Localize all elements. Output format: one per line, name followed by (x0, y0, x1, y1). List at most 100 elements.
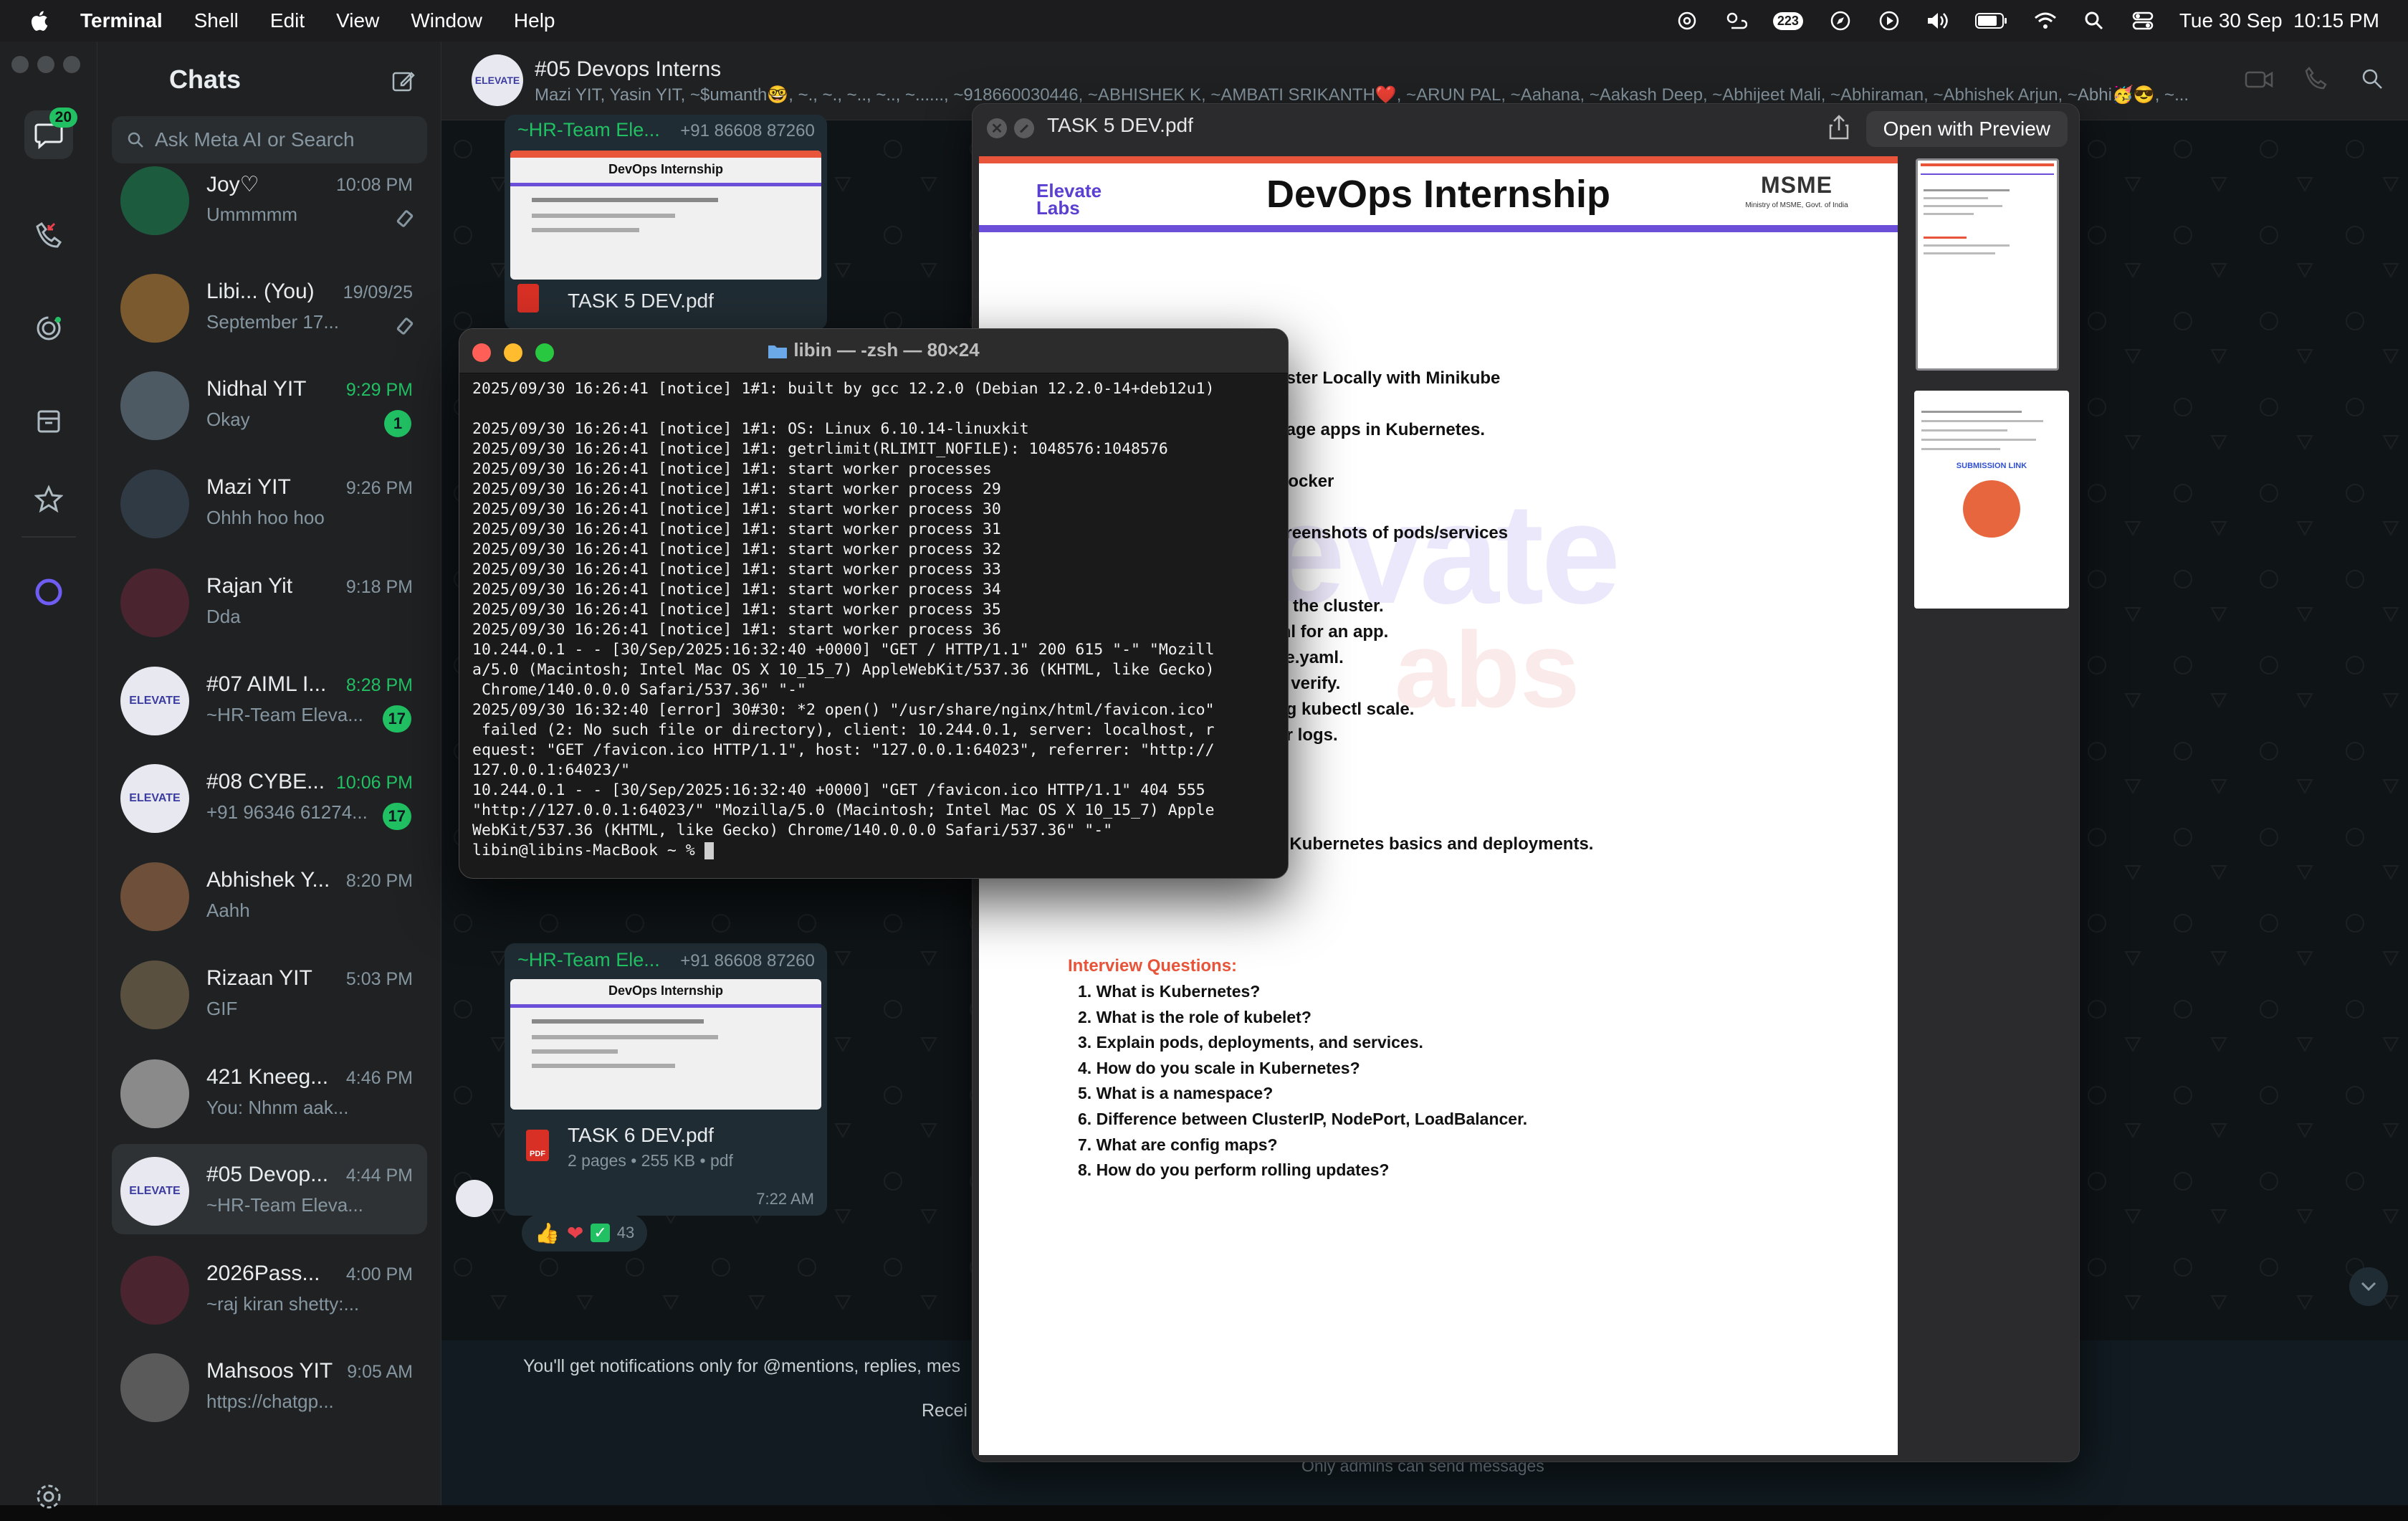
avatar[interactable] (120, 371, 189, 440)
starred-tab[interactable] (24, 475, 73, 523)
chat-time: 10:06 PM (335, 773, 413, 793)
close-icon[interactable]: ✕ (987, 118, 1007, 138)
avatar[interactable] (120, 274, 189, 343)
terminal-prompt[interactable]: libin@libins-MacBook ~ % (472, 841, 1282, 861)
watermark-2: abs (1395, 609, 1580, 730)
chats-tab[interactable]: 20 (24, 108, 77, 159)
pdf-preview-thumbnail[interactable]: DevOps Internship (510, 151, 821, 280)
meta-ai-tab[interactable] (24, 568, 73, 616)
window-minimize-button[interactable] (37, 56, 54, 73)
menu-shell[interactable]: Shell (194, 9, 239, 32)
search-messages-icon[interactable] (2361, 67, 2384, 90)
chats-heading: Chats (169, 65, 242, 94)
file-name[interactable]: TASK 5 DEV.pdf (568, 290, 714, 313)
page-thumbnail-2[interactable]: SUBMISSION LINK (1914, 391, 2069, 609)
menu-app-name[interactable]: Terminal (80, 9, 163, 32)
battery-icon[interactable] (1974, 9, 2009, 33)
settings-tab[interactable] (24, 1472, 73, 1521)
terminal-line: 2025/09/30 16:26:41 [notice] 1#1: start … (472, 520, 1001, 538)
window-close-button[interactable] (11, 56, 29, 73)
message-bubble-task5[interactable]: ~HR-Team Ele... +91 86608 87260 DevOps I… (505, 115, 827, 330)
volume-icon[interactable] (1926, 9, 1950, 33)
page-thumbnail-1[interactable] (1916, 158, 2059, 371)
avatar[interactable] (120, 166, 189, 235)
avatar[interactable] (120, 1353, 189, 1422)
message-sender[interactable]: ~HR-Team Ele... (517, 119, 660, 140)
interview-question: 2. What is the role of kubelet? (1078, 1007, 1312, 1026)
apple-icon[interactable] (29, 9, 49, 32)
terminal-window[interactable]: libin — -zsh — 80×24 2025/09/30 16:26:41… (459, 328, 1289, 879)
chat-list-item[interactable]: Nidhal YIT Okay 9:29 PM 1 (112, 358, 427, 449)
avatar[interactable] (120, 862, 189, 931)
pdf-file-icon (517, 284, 539, 313)
interview-question: 3. Explain pods, deployments, and servic… (1078, 1033, 1423, 1052)
open-with-preview-button[interactable]: Open with Preview (1865, 111, 2068, 147)
menu-view[interactable]: View (336, 9, 379, 32)
chat-time: 9:05 AM (347, 1362, 413, 1382)
chat-list-item[interactable]: Mahsoos YIT https://chatgp... 9:05 AM (112, 1340, 427, 1431)
notification-notice-2: Recei (922, 1401, 968, 1421)
chat-list-item[interactable]: Rizaan YIT GIF 5:03 PM (112, 948, 427, 1038)
chat-last-message: Ummmmm (206, 204, 298, 225)
file-name[interactable]: TASK 6 DEV.pdf (568, 1124, 714, 1147)
avatar[interactable] (120, 469, 189, 538)
terminal-line: 2025/09/30 16:26:41 [notice] 1#1: OS: Li… (472, 420, 1029, 438)
menu-help[interactable]: Help (514, 9, 555, 32)
wifi-icon[interactable] (2033, 9, 2058, 33)
play-icon[interactable] (1877, 9, 1901, 33)
spotlight-search-icon[interactable] (2082, 9, 2106, 33)
menu-clock[interactable]: Tue 30 Sep 10:15 PM (2179, 9, 2379, 32)
group-avatar[interactable]: ELEVATE (472, 54, 523, 106)
archived-tab[interactable] (24, 397, 73, 446)
sender-avatar[interactable] (456, 1180, 493, 1217)
voice-call-icon[interactable] (2303, 66, 2328, 90)
notification-count-icon[interactable]: 223 (1772, 9, 1804, 33)
weather-icon[interactable] (1724, 9, 1748, 33)
avatar[interactable] (120, 960, 189, 1029)
chat-last-message: You: Nhnm aak... (206, 1097, 349, 1118)
chat-list-item[interactable]: 2026Pass... ~raj kiran shetty:... 4:00 PM (112, 1243, 427, 1333)
calls-tab[interactable] (24, 211, 73, 259)
avatar[interactable] (120, 1059, 189, 1128)
terminal-line: 2025/09/30 16:26:41 [notice] 1#1: start … (472, 540, 1001, 558)
chat-list-item[interactable]: Rajan Yit Dda 9:18 PM (112, 556, 427, 646)
message-bubble-task6[interactable]: ~HR-Team Ele... +91 86608 87260 DevOps I… (505, 943, 827, 1216)
terminal-output[interactable]: 2025/09/30 16:26:41 [notice] 1#1: built … (472, 379, 1282, 861)
fullscreen-icon[interactable] (1014, 118, 1034, 138)
scroll-down-button[interactable] (2349, 1267, 2388, 1306)
video-call-icon[interactable] (2245, 69, 2273, 90)
chat-list-item[interactable]: Abhishek Y... Aahh 8:20 PM (112, 849, 427, 940)
chat-list-item[interactable]: Libi... (You) September 17... 19/09/25 (112, 261, 427, 351)
avatar[interactable] (120, 1256, 189, 1325)
terminal-titlebar[interactable]: libin — -zsh — 80×24 (459, 329, 1288, 373)
chat-list-item[interactable]: ELEVATE #07 AIML I... ~HR-Team Eleva... 8:2… (112, 654, 427, 744)
reactions-pill[interactable]: 👍 ❤ ✓ 43 (522, 1214, 648, 1251)
group-title[interactable]: #05 Devops Interns (535, 57, 721, 82)
share-icon[interactable] (1828, 114, 1850, 140)
chat-list-item[interactable]: ELEVATE #08 CYBE... +91 96346 61274... 10:0… (112, 751, 427, 841)
menu-edit[interactable]: Edit (270, 9, 305, 32)
chat-list-item[interactable]: Joy♡ Ummmmm 10:08 PM (112, 153, 427, 244)
compass-icon[interactable] (1828, 9, 1853, 33)
avatar[interactable]: ELEVATE (120, 667, 189, 735)
chat-last-message: Ohhh hoo hoo (206, 507, 325, 528)
status-tab[interactable] (24, 304, 73, 353)
pdf-preview-thumbnail[interactable]: DevOps Internship (510, 979, 821, 1110)
message-sender[interactable]: ~HR-Team Ele... (517, 949, 660, 971)
menu-window[interactable]: Window (411, 9, 482, 32)
chatgpt-icon[interactable] (1675, 9, 1699, 33)
avatar[interactable]: ELEVATE (120, 1157, 189, 1226)
window-zoom-button[interactable] (63, 56, 80, 73)
chat-time: 9:26 PM (345, 478, 413, 498)
chat-list-item[interactable]: ELEVATE #05 Devop... ~HR-Team Eleva... 4:44… (112, 1144, 427, 1234)
new-chat-icon[interactable] (391, 69, 416, 93)
avatar[interactable]: ELEVATE (120, 764, 189, 833)
avatar[interactable] (120, 568, 189, 637)
control-center-icon[interactable] (2131, 9, 2155, 33)
chat-list-item[interactable]: 421 Kneeg... You: Nhnm aak... 4:46 PM (112, 1046, 427, 1137)
step-line: ml for an app. (1276, 622, 1389, 642)
archive-icon (37, 410, 60, 433)
chat-time: 9:29 PM (345, 380, 413, 400)
chat-list-item[interactable]: Mazi YIT Ohhh hoo hoo 9:26 PM (112, 457, 427, 547)
